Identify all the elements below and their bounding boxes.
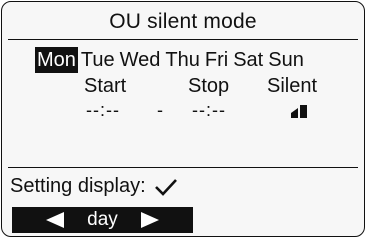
left-arrow-icon[interactable] bbox=[43, 211, 65, 229]
silent-label: Silent bbox=[267, 75, 318, 97]
time-separator: - bbox=[157, 100, 164, 120]
page-title: OU silent mode bbox=[109, 10, 257, 33]
day-thu[interactable]: Thu bbox=[163, 47, 201, 73]
day-fri[interactable]: Fri bbox=[203, 47, 230, 73]
day-sat[interactable]: Sat bbox=[231, 47, 265, 73]
stop-time-value[interactable]: --:-- bbox=[192, 100, 226, 121]
nav-label: day bbox=[87, 209, 118, 230]
title-divider bbox=[8, 39, 358, 40]
remote-controller-screen: OU silent mode Mon Tue Wed Thu Fri Sat S… bbox=[1, 1, 365, 237]
stop-label: Stop bbox=[188, 75, 230, 97]
start-time-value[interactable]: --:-- bbox=[86, 100, 120, 121]
check-icon bbox=[154, 178, 177, 196]
day-navigation-bar: day bbox=[12, 207, 193, 233]
right-arrow-icon[interactable] bbox=[140, 211, 162, 229]
day-tue[interactable]: Tue bbox=[79, 47, 117, 73]
footer-divider bbox=[8, 167, 358, 168]
day-sun[interactable]: Sun bbox=[266, 47, 306, 73]
setting-display-label: Setting display: bbox=[10, 175, 146, 197]
start-label: Start bbox=[84, 75, 127, 97]
day-selector: Mon Tue Wed Thu Fri Sat Sun bbox=[35, 47, 307, 73]
setting-display: Setting display: bbox=[10, 175, 178, 198]
silent-level-icon[interactable] bbox=[291, 105, 307, 118]
day-wed[interactable]: Wed bbox=[118, 47, 163, 73]
day-mon[interactable]: Mon bbox=[35, 47, 78, 73]
